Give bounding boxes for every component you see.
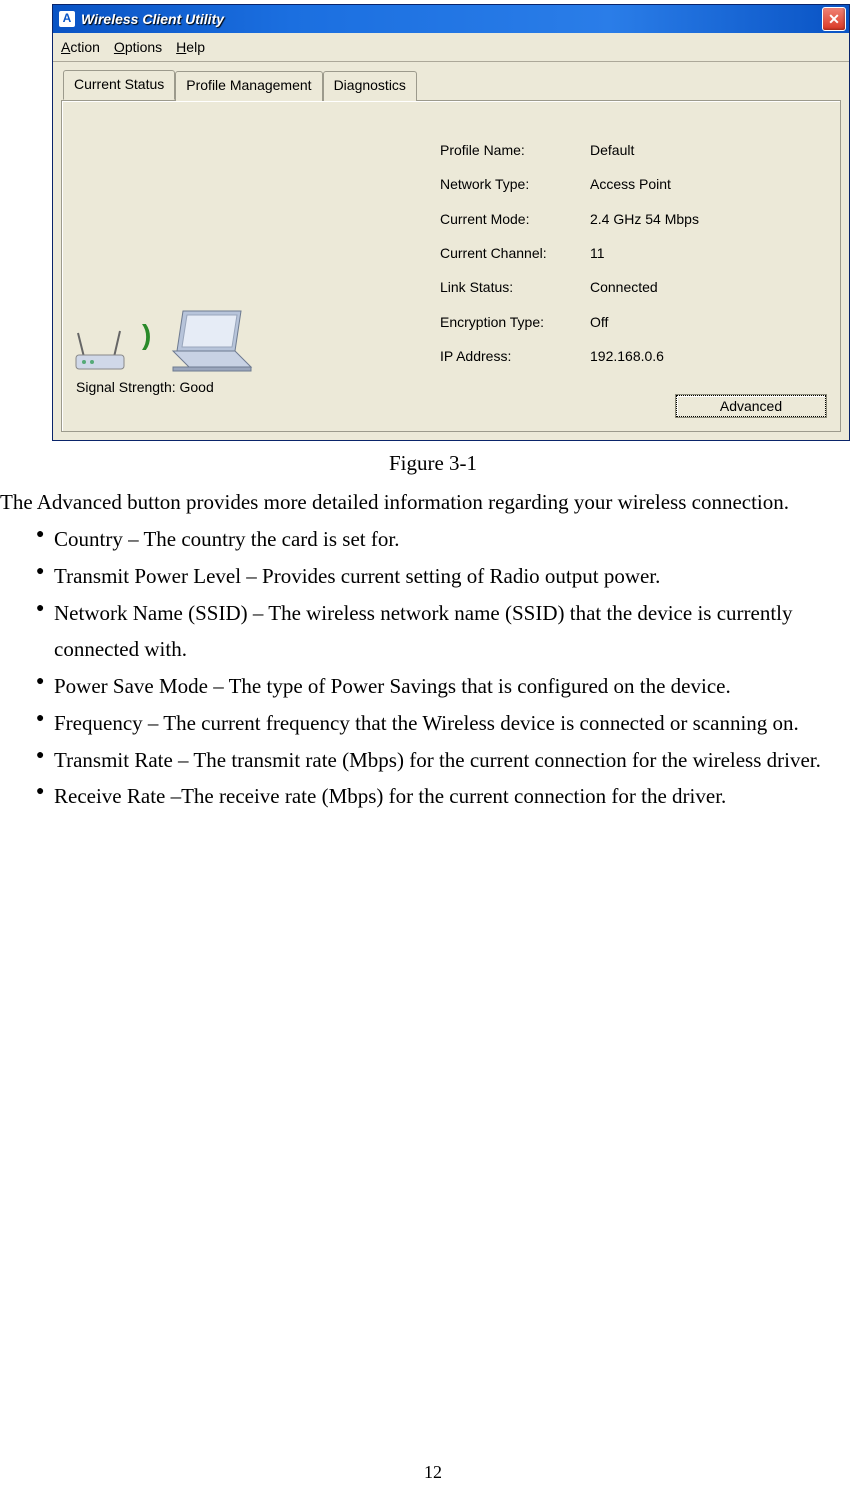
tab-current-status[interactable]: Current Status — [63, 70, 175, 99]
value-encryption-type: Off — [590, 311, 770, 333]
menu-help[interactable]: Help — [176, 36, 205, 58]
tab-diagnostics[interactable]: Diagnostics — [323, 71, 417, 100]
laptop-icon — [165, 307, 255, 373]
label-profile-name: Profile Name: — [440, 139, 590, 161]
value-ip-address: 192.168.0.6 — [590, 345, 770, 367]
label-link-status: Link Status: — [440, 276, 590, 298]
list-item: Receive Rate –The receive rate (Mbps) fo… — [40, 778, 856, 815]
menubar: Action Options Help — [53, 33, 849, 62]
tabstrip: Current Status Profile Management Diagno… — [63, 70, 841, 99]
label-ip-address: IP Address: — [440, 345, 590, 367]
advanced-button[interactable]: Advanced — [676, 395, 826, 417]
list-item: Country – The country the card is set fo… — [40, 521, 856, 558]
list-item: Network Name (SSID) – The wireless netwo… — [40, 595, 856, 669]
app-window: A Wireless Client Utility ✕ Action Optio… — [52, 4, 850, 441]
window-title: Wireless Client Utility — [81, 8, 822, 30]
page-number: 12 — [0, 1458, 866, 1487]
intro-paragraph: The Advanced button provides more detail… — [0, 484, 862, 521]
label-current-mode: Current Mode: — [440, 208, 590, 230]
close-button[interactable]: ✕ — [822, 7, 846, 31]
label-network-type: Network Type: — [440, 173, 590, 195]
app-icon: A — [59, 11, 75, 27]
tab-profile-management[interactable]: Profile Management — [175, 71, 322, 100]
list-item: Power Save Mode – The type of Power Savi… — [40, 668, 856, 705]
titlebar[interactable]: A Wireless Client Utility ✕ — [53, 5, 849, 33]
list-item: Frequency – The current frequency that t… — [40, 705, 856, 742]
figure-caption: Figure 3-1 — [0, 447, 866, 481]
signal-illustration: ) — [72, 307, 255, 373]
label-encryption-type: Encryption Type: — [440, 311, 590, 333]
status-grid: Profile Name: Default Network Type: Acce… — [440, 139, 770, 368]
value-network-type: Access Point — [590, 173, 770, 195]
list-item: Transmit Power Level – Provides current … — [40, 558, 856, 595]
list-item: Transmit Rate – The transmit rate (Mbps)… — [40, 742, 856, 779]
value-current-channel: 11 — [590, 242, 770, 264]
tab-panel-current-status: Profile Name: Default Network Type: Acce… — [61, 100, 841, 432]
signal-strength-label: Signal Strength: Good — [76, 376, 214, 398]
value-link-status: Connected — [590, 276, 770, 298]
router-icon — [72, 323, 128, 373]
bullet-list: Country – The country the card is set fo… — [0, 521, 866, 815]
signal-wave-icon: ) — [142, 313, 151, 366]
close-icon: ✕ — [828, 8, 840, 30]
label-current-channel: Current Channel: — [440, 242, 590, 264]
value-current-mode: 2.4 GHz 54 Mbps — [590, 208, 770, 230]
menu-options[interactable]: Options — [114, 36, 162, 58]
menu-action[interactable]: Action — [61, 36, 100, 58]
value-profile-name: Default — [590, 139, 770, 161]
